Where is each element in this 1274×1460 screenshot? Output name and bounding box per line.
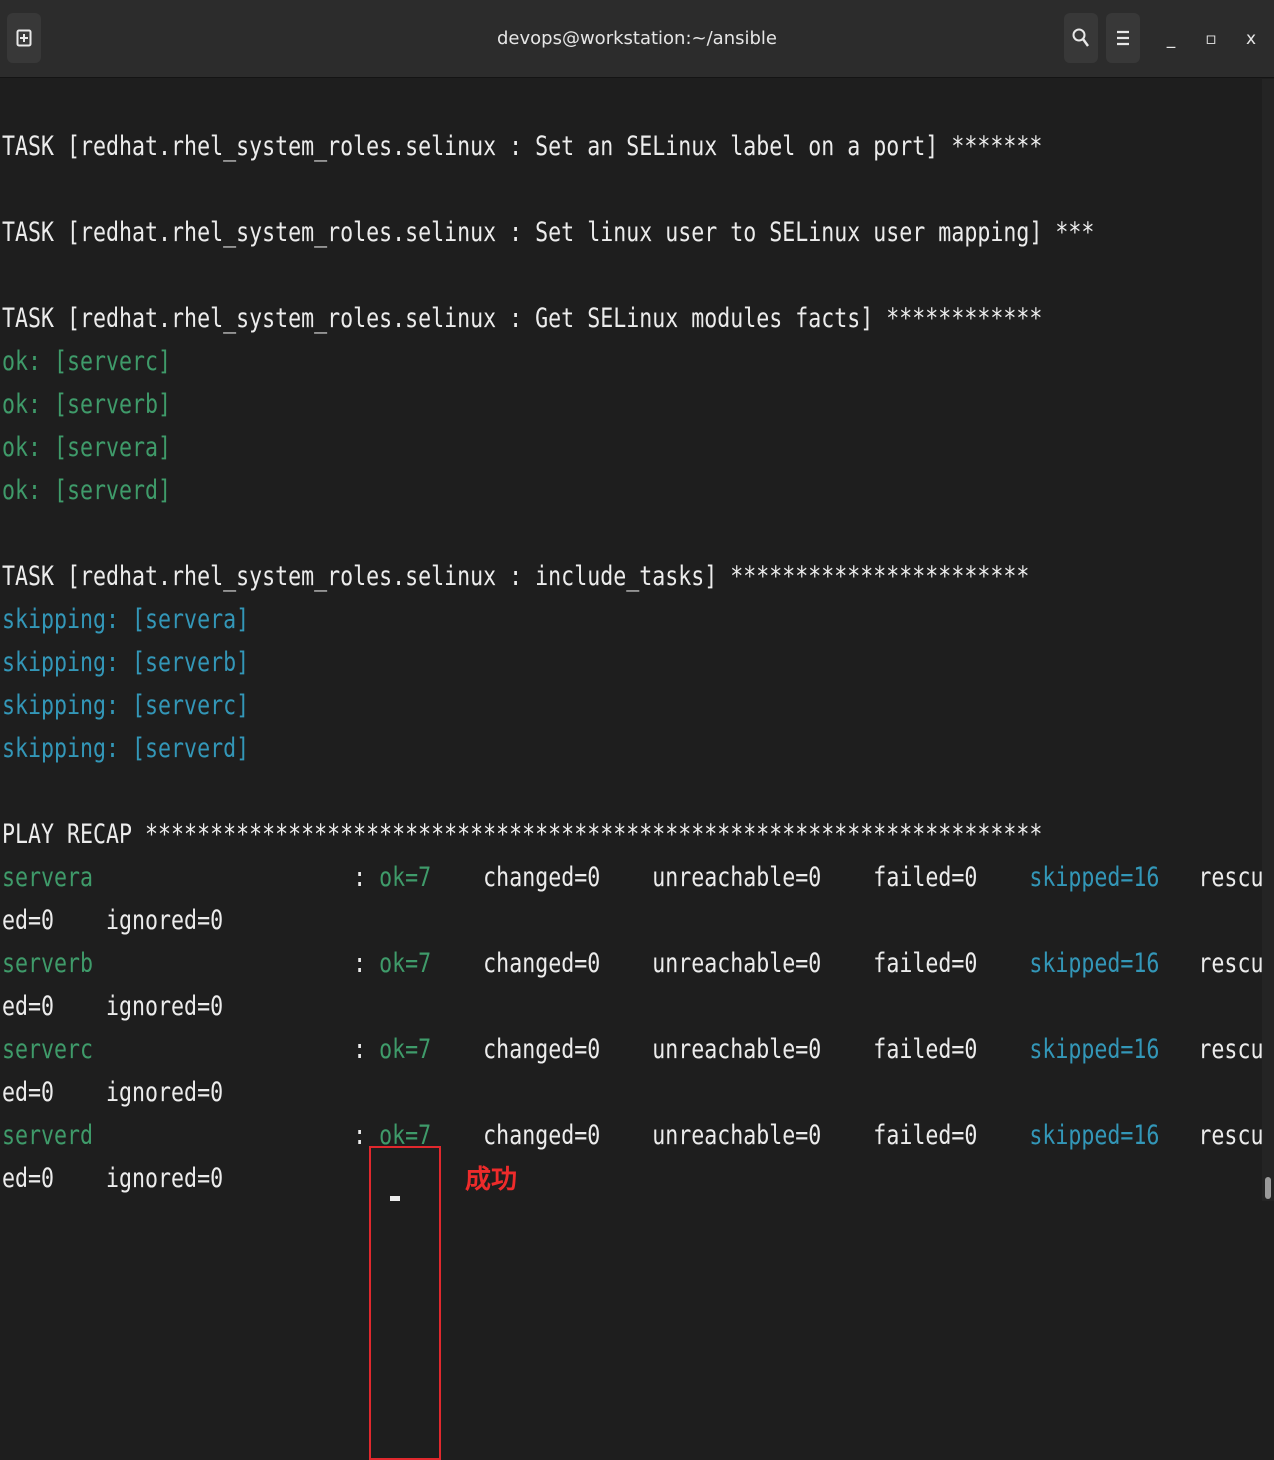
terminal-text-segment: :	[93, 862, 380, 893]
terminal-text-segment: ok=7	[379, 1034, 432, 1065]
terminal-text-segment: ed=0 ignored=0	[2, 991, 224, 1022]
terminal-line: TASK [redhat.rhel_system_roles.selinux :…	[2, 555, 1029, 598]
terminal-text-segment: rescu	[1159, 1034, 1262, 1065]
terminal-text-segment: changed=0 unreachable=0 failed=0	[431, 948, 1030, 979]
terminal-text-segment: ok: [servera]	[2, 432, 172, 463]
terminal-line: ed=0 ignored=0	[2, 899, 223, 942]
terminal-line: ed=0 ignored=0	[2, 985, 223, 1028]
terminal-text-segment: :	[93, 1034, 380, 1065]
terminal-text-segment: TASK [redhat.rhel_system_roles.selinux :…	[2, 217, 1095, 248]
terminal-text-segment: ok=7	[379, 948, 432, 979]
terminal-text-segment: PLAY RECAP *****************************…	[2, 819, 1043, 850]
terminal-text-segment: serverb	[2, 948, 94, 979]
terminal-line: serverc : ok=7 changed=0 unreachable=0 f…	[2, 1028, 1262, 1071]
terminal-line: TASK [redhat.rhel_system_roles.selinux :…	[2, 125, 1042, 168]
terminal-line: ed=0 ignored=0	[2, 1157, 223, 1200]
terminal-line: ok: [serverd]	[2, 469, 171, 512]
terminal-line: ed=0 ignored=0	[2, 1071, 223, 1114]
close-button[interactable]: x	[1236, 24, 1266, 54]
terminal-text-segment: skipped=16	[1029, 1120, 1160, 1151]
terminal-line: ok: [serverb]	[2, 383, 171, 426]
terminal-line: skipping: [servera]	[2, 598, 249, 641]
terminal-output[interactable]: TASK [redhat.rhel_system_roles.selinux :…	[0, 79, 1262, 1201]
terminal-text-segment: rescu	[1159, 1120, 1262, 1151]
terminal-text-segment: ok=7	[379, 862, 432, 893]
terminal-text-segment: ed=0 ignored=0	[2, 1163, 224, 1194]
menu-button[interactable]	[1106, 13, 1140, 63]
terminal-text-segment: rescu	[1159, 948, 1262, 979]
terminal-line: TASK [redhat.rhel_system_roles.selinux :…	[2, 211, 1094, 254]
terminal-text-segment: rescu	[1159, 862, 1262, 893]
terminal-text-segment: TASK [redhat.rhel_system_roles.selinux :…	[2, 561, 1030, 592]
terminal-text-segment: servera	[2, 862, 94, 893]
terminal-line: servera : ok=7 changed=0 unreachable=0 f…	[2, 856, 1262, 899]
terminal-text-segment: skipping: [serverd]	[2, 733, 250, 764]
terminal-line: skipping: [serverc]	[2, 684, 249, 727]
maximize-button[interactable]: ▫	[1196, 24, 1226, 54]
title-bar: devops@workstation:~/ansible _ ▫ x	[0, 0, 1274, 78]
terminal-text-segment: skipped=16	[1029, 862, 1160, 893]
terminal-text-segment: ok: [serverc]	[2, 346, 172, 377]
terminal-text-segment: changed=0 unreachable=0 failed=0	[431, 1120, 1030, 1151]
terminal-text-segment: skipped=16	[1029, 1034, 1160, 1065]
terminal-text-segment: ok: [serverb]	[2, 389, 172, 420]
terminal-line: ok: [serverc]	[2, 340, 171, 383]
search-button[interactable]	[1064, 13, 1098, 63]
terminal-text-segment: :	[93, 1120, 380, 1151]
hamburger-menu-icon	[1117, 30, 1129, 46]
scrollbar[interactable]	[1262, 79, 1274, 1201]
terminal-text-segment: :	[93, 948, 380, 979]
terminal-text-segment: skipped=16	[1029, 948, 1160, 979]
terminal-line: serverb : ok=7 changed=0 unreachable=0 f…	[2, 942, 1262, 985]
ok-count-highlight-box	[369, 1146, 441, 1460]
success-annotation: 成功	[465, 1165, 518, 1195]
terminal-line: skipping: [serverb]	[2, 641, 249, 684]
terminal-line: TASK [redhat.rhel_system_roles.selinux :…	[2, 297, 1042, 340]
text-cursor	[390, 1196, 400, 1201]
terminal-text-segment: ed=0 ignored=0	[2, 905, 224, 936]
terminal-text-segment: skipping: [servera]	[2, 604, 250, 635]
terminal-text-segment: skipping: [serverb]	[2, 647, 250, 678]
terminal-text-segment: changed=0 unreachable=0 failed=0	[431, 862, 1030, 893]
terminal-text-segment: TASK [redhat.rhel_system_roles.selinux :…	[2, 131, 1043, 162]
scrollbar-thumb[interactable]	[1265, 1177, 1271, 1199]
terminal-text-segment: serverc	[2, 1034, 94, 1065]
terminal-line: ok: [servera]	[2, 426, 171, 469]
terminal-text-segment: ed=0 ignored=0	[2, 1077, 224, 1108]
terminal-line: PLAY RECAP *****************************…	[2, 813, 1042, 856]
minimize-button[interactable]: _	[1156, 24, 1186, 54]
terminal-line: skipping: [serverd]	[2, 727, 249, 770]
terminal-text-segment: TASK [redhat.rhel_system_roles.selinux :…	[2, 303, 1043, 334]
terminal-text-segment: serverd	[2, 1120, 94, 1151]
terminal-line: serverd : ok=7 changed=0 unreachable=0 f…	[2, 1114, 1262, 1157]
terminal-text-segment: ok: [serverd]	[2, 475, 172, 506]
search-icon	[1072, 28, 1089, 47]
terminal-text-segment: skipping: [serverc]	[2, 690, 250, 721]
terminal-text-segment: changed=0 unreachable=0 failed=0	[431, 1034, 1030, 1065]
